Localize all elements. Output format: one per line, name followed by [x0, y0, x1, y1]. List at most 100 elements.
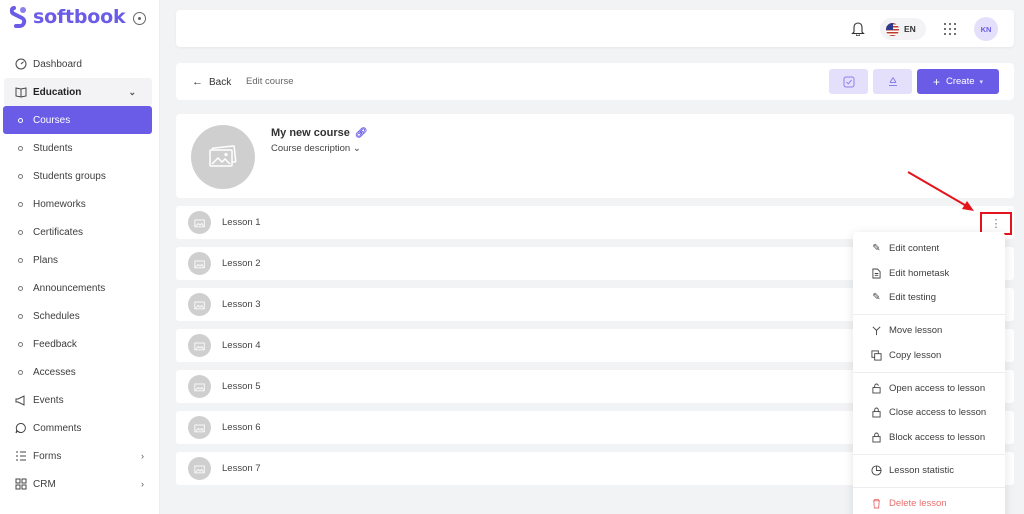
edit-check-icon: ✎	[872, 291, 881, 303]
menu-item-lesson-statistic[interactable]: Lesson statistic	[853, 458, 1005, 482]
sidebar-item-accesses[interactable]: Accesses	[0, 358, 160, 386]
bullet-icon	[18, 201, 23, 207]
menu-item-edit-testing[interactable]: ✎ Edit testing	[853, 285, 1005, 309]
logo[interactable]: softbook	[10, 6, 126, 28]
lock-icon	[871, 407, 882, 418]
link-icon[interactable]: 🔗︎	[355, 128, 368, 139]
bullet-icon	[18, 369, 23, 375]
dashboard-gauge-icon	[15, 58, 27, 70]
us-flag-icon	[886, 22, 899, 36]
brand-name: softbook	[33, 6, 126, 28]
chat-bubble-icon	[15, 422, 27, 434]
course-image-placeholder[interactable]	[191, 125, 255, 189]
bullet-icon	[18, 117, 23, 123]
sidebar-item-events[interactable]: Events	[0, 386, 160, 414]
menu-item-label: Lesson statistic	[889, 464, 954, 476]
lesson-name: Lesson 1	[222, 217, 261, 228]
sidebar-item-plans[interactable]: Plans	[0, 246, 160, 274]
sidebar-item-label: Certificates	[33, 226, 84, 238]
apps-grid-icon[interactable]	[944, 23, 956, 35]
lesson-image-icon	[188, 211, 211, 234]
bullet-icon	[18, 229, 23, 235]
lesson-name: Lesson 6	[222, 422, 261, 433]
course-description-label: Course description	[271, 143, 351, 154]
unlock-icon	[871, 383, 882, 394]
sidebar-item-label: Accesses	[33, 366, 76, 378]
sidebar-item-education[interactable]: Education ⌄	[4, 78, 152, 106]
menu-item-copy-lesson[interactable]: Copy lesson	[853, 343, 1005, 367]
sidebar-item-homeworks[interactable]: Homeworks	[0, 190, 160, 218]
sidebar-item-label: Students	[33, 142, 73, 154]
menu-item-close-access[interactable]: Close access to lesson	[853, 400, 1005, 424]
avatar[interactable]: KN	[974, 17, 998, 41]
sidebar-item-label: Homeworks	[33, 198, 86, 210]
recycle-icon	[888, 76, 897, 86]
language-selector[interactable]: EN	[880, 18, 926, 40]
crm-grid-icon	[15, 478, 27, 490]
menu-item-label: Close access to lesson	[889, 406, 987, 418]
sidebar-item-students[interactable]: Students	[0, 134, 160, 162]
sidebar-item-label: Education	[33, 86, 82, 98]
lesson-name: Lesson 2	[222, 258, 261, 269]
trash-icon	[871, 498, 882, 509]
menu-item-edit-content[interactable]: ✎ Edit content	[853, 236, 1005, 260]
menu-item-move-lesson[interactable]: Move lesson	[853, 318, 1005, 342]
menu-item-label: Copy lesson	[889, 349, 942, 361]
lesson-image-icon	[188, 375, 211, 398]
chevron-down-icon: ⌄	[128, 87, 136, 97]
sidebar-item-crm[interactable]: CRM ›	[0, 470, 160, 498]
menu-item-edit-hometask[interactable]: Edit hometask	[853, 261, 1005, 285]
sidebar-item-forms[interactable]: Forms ›	[0, 442, 160, 470]
bullet-icon	[18, 145, 23, 151]
back-button[interactable]: ← Back	[192, 76, 231, 88]
breadcrumb: Edit course	[246, 76, 294, 87]
book-icon	[15, 86, 27, 98]
lesson-actions-menu: ✎ Edit content Edit hometask ✎ Edit test…	[853, 232, 1005, 514]
menu-divider	[853, 487, 1005, 488]
back-label: Back	[209, 76, 232, 88]
sidebar-collapse-icon[interactable]	[133, 12, 146, 25]
bell-icon[interactable]	[851, 21, 865, 36]
annotation-arrow-icon	[907, 171, 974, 211]
menu-divider	[853, 372, 1005, 373]
bullet-icon	[18, 257, 23, 263]
sidebar-item-feedback[interactable]: Feedback	[0, 330, 160, 358]
sidebar-item-label: CRM	[33, 478, 56, 490]
bullet-icon	[18, 313, 23, 319]
sidebar-item-label: Feedback	[33, 338, 77, 350]
menu-item-open-access[interactable]: Open access to lesson	[853, 376, 1005, 400]
document-icon	[871, 268, 882, 279]
lock-icon	[871, 432, 882, 443]
recycle-button[interactable]	[873, 69, 912, 94]
menu-item-delete-lesson[interactable]: Delete lesson	[853, 491, 1005, 514]
edit-pencil-icon: ✎	[872, 242, 881, 254]
bullet-icon	[18, 341, 23, 347]
menu-item-block-access[interactable]: Block access to lesson	[853, 425, 1005, 449]
sidebar: softbook Dashboard Education ⌄ Courses S…	[0, 0, 160, 514]
sidebar-item-label: Announcements	[33, 282, 106, 294]
sidebar-item-label: Comments	[33, 422, 82, 434]
sidebar-item-dashboard[interactable]: Dashboard	[0, 50, 160, 78]
create-button[interactable]: + Create ▾	[917, 69, 999, 94]
sidebar-item-students-groups[interactable]: Students groups	[0, 162, 160, 190]
chevron-down-icon: ⌄	[352, 143, 361, 154]
sidebar-item-certificates[interactable]: Certificates	[0, 218, 160, 246]
menu-item-label: Edit testing	[889, 291, 936, 303]
sidebar-item-comments[interactable]: Comments	[0, 414, 160, 442]
sidebar-item-announcements[interactable]: Announcements	[0, 274, 160, 302]
softbook-logo-icon	[10, 6, 27, 28]
menu-divider	[853, 454, 1005, 455]
course-title[interactable]: My new course 🔗︎	[271, 127, 368, 139]
top-bar: EN KN	[176, 10, 1014, 47]
sidebar-item-label: Courses	[33, 114, 71, 126]
lesson-image-icon	[188, 416, 211, 439]
lesson-name: Lesson 7	[222, 463, 261, 474]
copy-icon	[871, 349, 882, 361]
sidebar-item-schedules[interactable]: Schedules	[0, 302, 160, 330]
bullet-icon	[18, 173, 23, 179]
menu-item-label: Open access to lesson	[889, 382, 986, 394]
course-description-toggle[interactable]: Course description ⌄	[271, 143, 361, 154]
course-card: My new course 🔗︎ Course description ⌄	[176, 114, 1014, 198]
check-button[interactable]	[829, 69, 868, 94]
sidebar-item-courses[interactable]: Courses	[3, 106, 152, 134]
